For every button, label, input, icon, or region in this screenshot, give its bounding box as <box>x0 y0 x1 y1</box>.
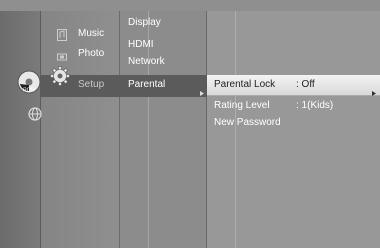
gear-icon <box>50 66 70 91</box>
menu-item-setup[interactable]: Setup <box>78 79 104 91</box>
menu-item-photo[interactable]: Photo <box>78 48 104 60</box>
disc-icon[interactable]: ROM <box>17 70 41 99</box>
menu-item-music[interactable]: Music <box>78 28 104 40</box>
submenu-item-parental[interactable]: Parental <box>128 79 165 91</box>
globe-icon[interactable] <box>28 107 42 126</box>
svg-text:ROM: ROM <box>23 88 35 94</box>
rating-level-label[interactable]: Rating Level <box>214 100 270 112</box>
submenu-item-network[interactable]: Network <box>128 56 165 68</box>
photo-icon <box>57 49 67 67</box>
submenu-item-display[interactable]: Display <box>128 17 161 29</box>
arrow-right-icon <box>200 83 204 101</box>
submenu-item-hdmi[interactable]: HDMI <box>128 39 154 51</box>
settings-screen: ROM Music Photo Setup Display HDMI Netwo… <box>0 0 380 248</box>
column-divider <box>235 11 236 248</box>
main-menu-column <box>41 11 120 248</box>
left-icon-column <box>0 11 41 248</box>
music-icon <box>57 28 67 46</box>
settings-column <box>207 11 380 248</box>
parental-lock-value: : Off <box>296 79 315 90</box>
arrow-right-icon <box>372 83 376 101</box>
parental-lock-label: Parental Lock <box>214 79 276 90</box>
rating-level-value: : 1(Kids) <box>296 100 334 111</box>
new-password-label[interactable]: New Password <box>214 117 281 129</box>
